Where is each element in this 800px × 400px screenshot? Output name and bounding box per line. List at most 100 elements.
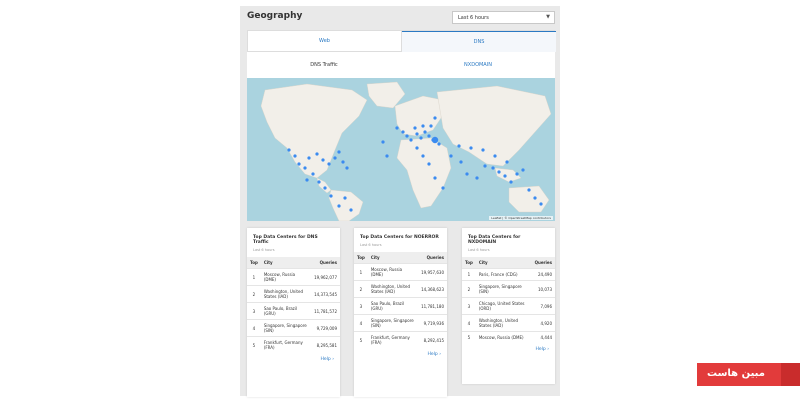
map-attribution[interactable]: Leaflet | © OpenStreetMap contributors [489,216,553,220]
dns-marker[interactable] [457,144,461,148]
south-america [328,189,364,221]
dns-marker[interactable] [305,178,309,182]
dns-marker[interactable] [521,168,525,172]
dns-marker[interactable] [303,166,307,170]
time-range-select[interactable]: Last 6 hours ▼ [452,11,555,24]
rank: 1 [354,263,368,281]
dns-marker[interactable] [409,138,413,142]
dns-marker[interactable] [413,126,417,130]
city: Sao Paulo, Brazil (GRU) [367,297,419,315]
dns-marker[interactable] [481,148,485,152]
rank: 2 [247,285,261,303]
dns-marker[interactable] [337,150,341,154]
dns-marker[interactable] [337,204,341,208]
map-canvas [260,81,552,221]
rank: 4 [247,319,261,337]
tab-web[interactable]: Web [248,31,402,52]
brand-badge[interactable]: مبین هاست [697,363,800,386]
help-link[interactable]: Help › [247,353,340,366]
dns-marker[interactable] [385,154,389,158]
dns-marker[interactable] [437,142,441,146]
dns-marker[interactable] [475,176,479,180]
subtab-nxdomain[interactable]: NXDOMAIN [401,52,555,78]
col-queries: Queries [311,257,340,269]
dns-marker[interactable] [333,156,337,160]
dns-marker[interactable] [459,160,463,164]
dns-marker[interactable] [401,130,405,134]
dns-marker[interactable] [527,188,531,192]
rank: 3 [354,297,368,315]
dns-marker[interactable] [345,166,349,170]
city: Chicago, United States (ORD) [475,297,532,315]
help-link[interactable]: Help › [354,348,447,361]
dns-marker[interactable] [327,162,331,166]
dns-marker[interactable] [307,156,311,160]
central-america [316,177,332,194]
dns-marker[interactable] [433,116,437,120]
dns-marker[interactable] [509,180,513,184]
dns-marker[interactable] [493,154,497,158]
dns-marker[interactable] [427,162,431,166]
brand-icon [781,363,800,386]
dns-marker[interactable] [421,124,425,128]
europe [394,95,444,137]
dns-marker[interactable] [341,160,345,164]
dns-marker[interactable] [317,180,321,184]
dns-marker[interactable] [505,160,509,164]
queries: 10,073 [531,280,555,298]
table-row: 1 Moscow, Russia (DME) 19,962,077 [247,268,340,286]
dns-marker[interactable] [515,172,519,176]
dns-marker[interactable] [343,196,347,200]
dns-marker[interactable] [293,154,297,158]
dns-marker[interactable] [405,134,409,138]
dns-marker[interactable] [321,158,325,162]
rank: 5 [247,336,261,353]
dns-marker[interactable] [423,130,427,134]
subtab-dns-traffic[interactable]: DNS Traffic [247,52,401,78]
city: Singapore, Singapore (SIN) [367,314,419,332]
dns-marker[interactable] [421,154,425,158]
dns-marker[interactable] [503,174,507,178]
dns-marker[interactable] [539,202,543,206]
data-centers-table: Top City Queries 1 Moscow, Russia (DME) 19… [247,257,340,353]
dns-marker[interactable] [433,176,437,180]
dns-marker[interactable] [497,170,501,174]
queries: 24,490 [531,268,555,281]
dns-marker[interactable] [315,152,319,156]
land-masses [260,81,552,221]
rank: 1 [247,268,261,286]
table-row: 4 Washington, United States (IAD) 4,920 [462,314,555,332]
world-map[interactable]: Leaflet | © OpenStreetMap contributors [247,78,555,221]
dns-marker[interactable] [533,196,537,200]
city: Washington, United States (IAD) [260,285,312,303]
dns-marker[interactable] [469,146,473,150]
dns-marker[interactable] [381,140,385,144]
dns-marker-large[interactable] [431,136,439,144]
table-row: 5 Moscow, Russia (DME) 4,444 [462,331,555,343]
dns-marker[interactable] [427,134,431,138]
dns-marker[interactable] [329,194,333,198]
dns-marker[interactable] [465,172,469,176]
col-queries: Queries [531,257,555,269]
help-link[interactable]: Help › [462,343,555,356]
dns-marker[interactable] [483,164,487,168]
dns-marker[interactable] [311,172,315,176]
dns-marker[interactable] [441,186,445,190]
dns-marker[interactable] [429,124,433,128]
dns-marker[interactable] [297,162,301,166]
dns-marker[interactable] [287,148,291,152]
dns-marker[interactable] [395,126,399,130]
dns-marker[interactable] [491,166,495,170]
city: Washington, United States (IAD) [367,280,419,298]
dns-marker[interactable] [415,132,419,136]
tab-dns[interactable]: DNS [402,31,556,52]
dns-marker[interactable] [419,136,423,140]
col-queries: Queries [418,252,447,264]
table-row: 1 Moscow, Russia (DME) 19,957,630 [354,263,447,281]
dns-marker[interactable] [449,154,453,158]
dns-marker[interactable] [323,186,327,190]
dns-marker[interactable] [349,208,353,212]
dns-marker[interactable] [415,146,419,150]
queries: 11,781,180 [418,297,447,315]
rank: 5 [462,331,476,343]
